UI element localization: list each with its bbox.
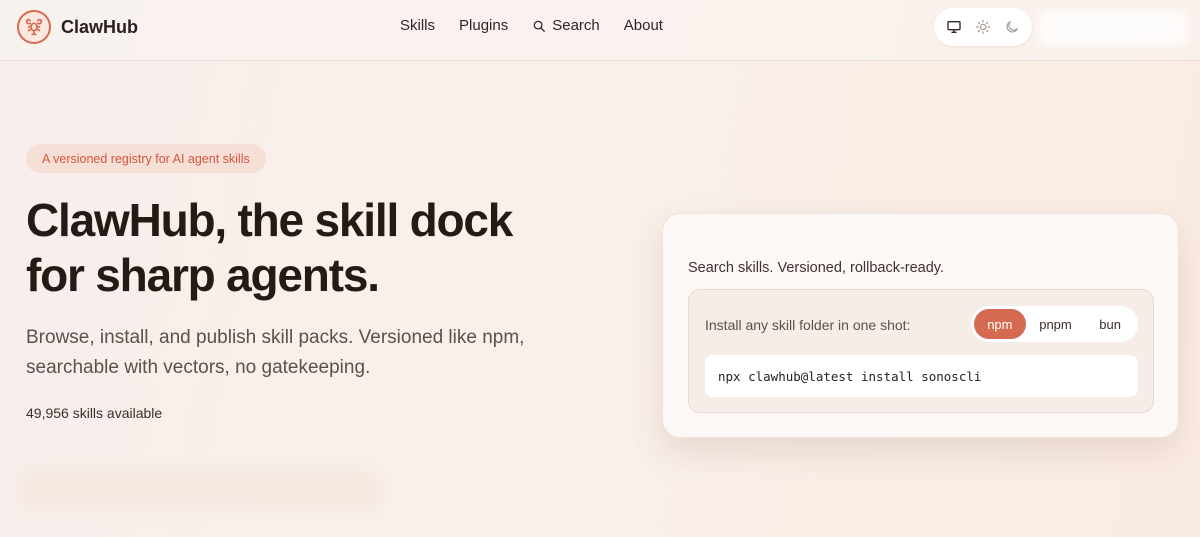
hero-title-line-1: ClawHub, the skill dock (26, 194, 513, 246)
hero-actions-blurred[interactable] (20, 470, 380, 510)
theme-system-button[interactable] (942, 15, 966, 39)
card-caption: Search skills. Versioned, rollback-ready… (688, 260, 945, 276)
monitor-icon (947, 20, 961, 33)
tab-bun[interactable]: bun (1085, 309, 1135, 339)
hero-badge: A versioned registry for AI agent skills (26, 144, 266, 173)
hero-subtitle: Browse, install, and publish skill packs… (26, 323, 586, 383)
lobster-logo-icon (17, 10, 51, 44)
install-label: Install any skill folder in one shot: (705, 317, 911, 333)
sun-icon (975, 19, 991, 35)
hero-subtitle-line-2: searchable with vectors, no gatekeeping. (26, 357, 371, 378)
nav-plugins[interactable]: Plugins (459, 17, 508, 34)
theme-toggle (934, 8, 1032, 46)
nav-search[interactable]: Search (532, 17, 600, 34)
main-nav: Skills Plugins Search About (400, 17, 687, 34)
tab-npm[interactable]: npm (974, 309, 1026, 339)
moon-icon (1006, 21, 1018, 33)
hero-subtitle-line-1: Browse, install, and publish skill packs… (26, 327, 525, 348)
nav-search-label: Search (552, 17, 600, 34)
top-nav-bar: ClawHub Skills Plugins Search About (0, 0, 1200, 61)
search-icon (533, 20, 546, 32)
skills-count: 49,956 skills available (26, 405, 163, 421)
tab-pnpm[interactable]: pnpm (1026, 309, 1086, 339)
theme-light-button[interactable] (971, 15, 995, 39)
theme-dark-button[interactable] (1000, 15, 1024, 39)
hero-title-line-2: for sharp agents. (26, 249, 380, 301)
install-command[interactable]: npx clawhub@latest install sonoscli (705, 355, 1138, 397)
brand-name: ClawHub (61, 16, 139, 37)
nav-skills[interactable]: Skills (400, 17, 435, 34)
install-panel: Install any skill folder in one shot: np… (688, 289, 1154, 413)
hero-title: ClawHub, the skill dock for sharp agents… (26, 193, 626, 303)
nav-about[interactable]: About (624, 17, 663, 34)
install-card: Search skills. Versioned, rollback-ready… (662, 213, 1179, 438)
brand-link[interactable]: ClawHub (17, 10, 138, 44)
account-area-blurred[interactable] (1038, 10, 1188, 46)
package-manager-tabs: npm pnpm bun (971, 306, 1138, 342)
